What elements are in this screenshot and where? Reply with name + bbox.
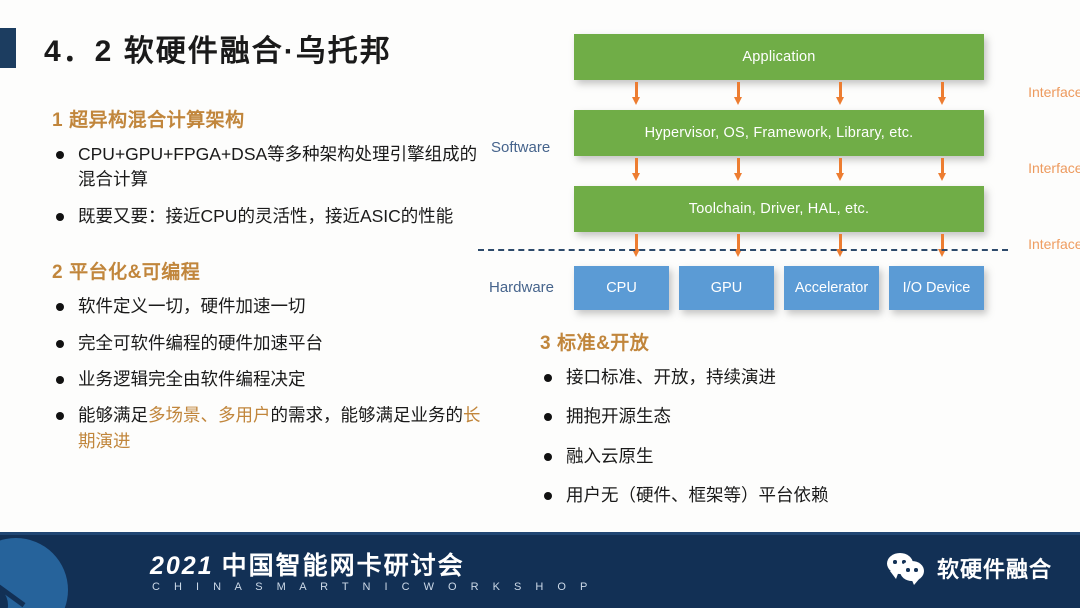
wechat-label: 软硬件融合 [936, 557, 1052, 582]
interface-label-l2: Interface L2 [1028, 84, 1080, 100]
footer-title: 2021 中国智能网卡研讨会 [150, 546, 465, 582]
list-item: 软件定义一切，硬件加速一切 [52, 294, 482, 319]
hardware-row: CPU GPU Accelerator I/O Device [574, 266, 984, 310]
wechat-bubble-small [899, 561, 924, 585]
footer-subtitle: C H I N A S M A R T N I C W O R K S H O … [152, 581, 593, 593]
slide-footer: 2021 中国智能网卡研讨会 C H I N A S M A R T N I C … [0, 532, 1080, 608]
interface-label-l0: Interface L0 [1028, 236, 1080, 252]
footer-year: 2021 [150, 552, 214, 580]
section-number-2: 2 [52, 262, 64, 284]
hardware-block-accelerator: Accelerator [784, 266, 879, 310]
software-layer-hypervisor: Hypervisor, OS, Framework, Library, etc. [574, 110, 984, 156]
list-item: 用户无（硬件、框架等）平台依赖 [540, 483, 1010, 508]
wechat-account: 软硬件融合 [886, 552, 1052, 585]
bullet-text: 既要又要：接近CPU的灵活性，接近ASIC的性能 [78, 205, 454, 226]
list-item: 业务逻辑完全由软件编程决定 [52, 367, 482, 392]
section-title-3: 标准&开放 [557, 333, 650, 354]
right-content-column: 3 标准&开放 接口标准、开放，持续演进 拥抱开源生态 融入云原生 用户无（硬件、… [540, 328, 1010, 523]
hardware-block-gpu: GPU [679, 266, 774, 310]
interface-label-l1: Interface L1 [1028, 160, 1080, 176]
bullet-text: 能够满足 [78, 405, 148, 426]
section-3-bullets: 接口标准、开放，持续演进 拥抱开源生态 融入云原生 用户无（硬件、框架等）平台依… [540, 365, 1010, 509]
diagram-label-software: Software [491, 139, 551, 156]
software-stack: Application Interface L2 Hypervisor, OS,… [574, 34, 1080, 262]
arrow-band-l2: Interface L2 [574, 80, 1080, 110]
list-item: 能够满足多场景、多用户的需求，能够满足业务的长期演进 [52, 403, 482, 454]
bullet-text: 融入云原生 [566, 445, 654, 466]
bullet-text: 软件定义一切，硬件加速一切 [78, 296, 306, 317]
section-title-1: 超异构混合计算架构 [69, 110, 245, 131]
title-marker [0, 28, 16, 68]
wechat-icon [886, 553, 927, 585]
list-item: 拥抱开源生态 [540, 404, 1010, 429]
software-hardware-divider [478, 249, 1008, 251]
bullet-text: 业务逻辑完全由软件编程决定 [78, 368, 306, 389]
hardware-block-cpu: CPU [574, 266, 669, 310]
footer-title-text: 中国智能网卡研讨会 [221, 552, 465, 580]
page-title-row: 4．2 软硬件融合·乌托邦 [0, 26, 392, 70]
bullet-highlight: 多场景、多用户 [148, 405, 271, 426]
section-heading-3: 3 标准&开放 [540, 328, 1010, 355]
section-number-1: 1 [52, 110, 64, 131]
bullet-text: 用户无（硬件、框架等）平台依赖 [566, 485, 829, 506]
section-title-2: 平台化&可编程 [69, 262, 201, 284]
arrow-band-l1: Interface L1 [574, 156, 1080, 186]
section-2-bullets: 软件定义一切，硬件加速一切 完全可软件编程的硬件加速平台 业务逻辑完全由软件编程… [52, 294, 482, 454]
footer-top-edge [0, 532, 1080, 535]
left-content-column: 1 超异构混合计算架构 CPU+GPU+FPGA+DSA等多种架构处理引擎组成的混… [52, 105, 482, 465]
diagram-label-hardware: Hardware [489, 279, 555, 296]
bullet-text: 的需求，能够满足业务的 [270, 405, 464, 426]
software-layer-application: Application [574, 34, 984, 80]
list-item: 既要又要：接近CPU的灵活性，接近ASIC的性能 [52, 204, 482, 229]
list-item: 融入云原生 [540, 444, 1010, 469]
section-heading-1: 1 超异构混合计算架构 [52, 105, 482, 132]
arrow-band-l0: Interface L0 [574, 232, 1080, 262]
conference-logo-icon [0, 538, 68, 608]
section-number-3: 3 [540, 333, 552, 354]
list-item: CPU+GPU+FPGA+DSA等多种架构处理引擎组成的混合计算 [52, 142, 482, 193]
bullet-text: CPU+GPU+FPGA+DSA等多种架构处理引擎组成的混合计算 [78, 144, 478, 190]
section-heading-2: 2 平台化&可编程 [52, 257, 482, 284]
section-1-bullets: CPU+GPU+FPGA+DSA等多种架构处理引擎组成的混合计算 既要又要：接近… [52, 142, 482, 229]
page-title: 4．2 软硬件融合·乌托邦 [44, 35, 392, 68]
slide-root: 4．2 软硬件融合·乌托邦 1 超异构混合计算架构 CPU+GPU+FPGA+DS… [0, 0, 1080, 608]
bullet-text: 完全可软件编程的硬件加速平台 [78, 332, 323, 353]
bullet-text: 接口标准、开放，持续演进 [566, 367, 776, 387]
hardware-block-io-device: I/O Device [889, 266, 984, 310]
architecture-diagram: Software Hardware Application Interface … [478, 34, 1080, 314]
list-item: 完全可软件编程的硬件加速平台 [52, 331, 482, 356]
software-layer-toolchain: Toolchain, Driver, HAL, etc. [574, 186, 984, 232]
bullet-text: 拥抱开源生态 [566, 406, 671, 427]
list-item: 接口标准、开放，持续演进 [540, 365, 1010, 390]
